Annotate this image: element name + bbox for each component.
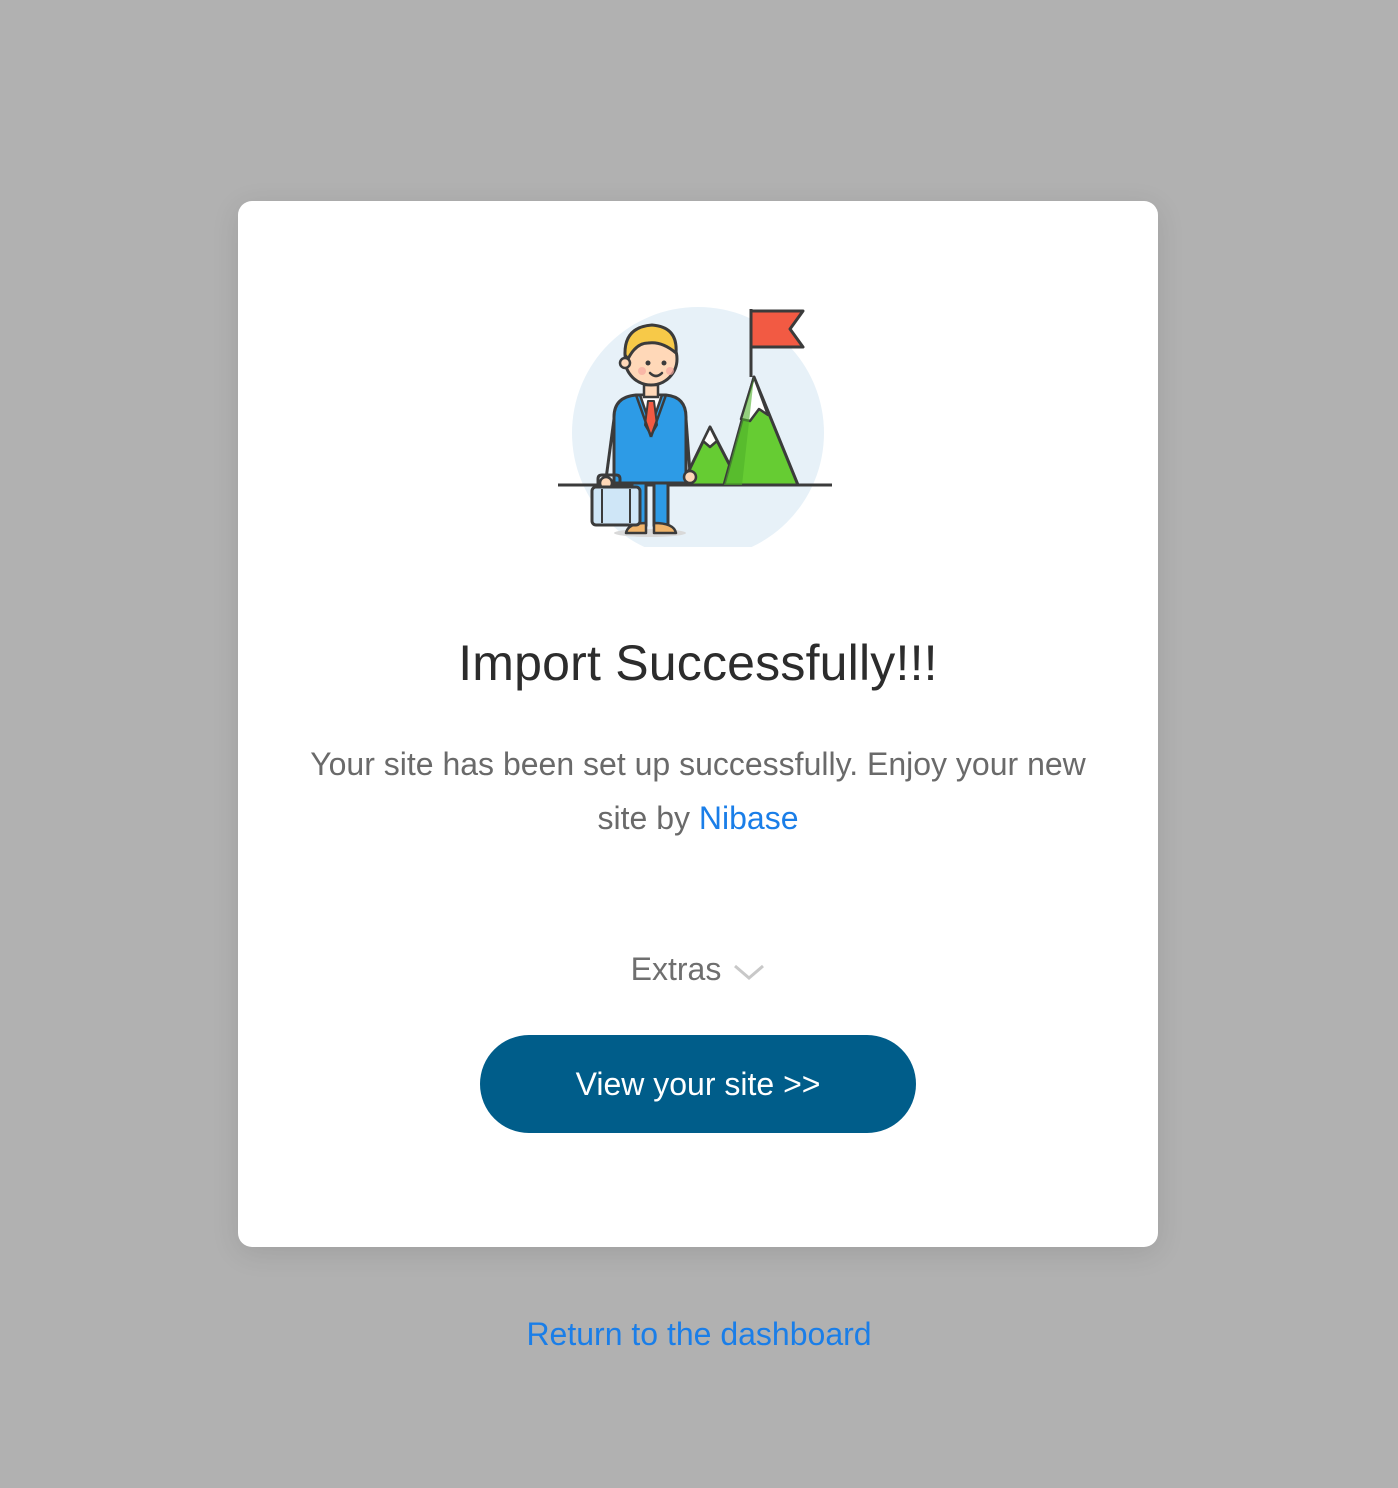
extras-toggle[interactable]: Extras [238,945,1158,994]
success-card: Import Successfully!!! Your site has bee… [238,201,1158,1247]
success-illustration [558,307,838,547]
return-dashboard-link[interactable]: Return to the dashboard [0,1310,1398,1358]
brand-link[interactable]: Nibase [699,800,799,836]
page-title: Import Successfully!!! [458,635,938,691]
view-site-button[interactable]: View your site >> [480,1035,916,1133]
success-message: Your site has been set up successfully. … [298,737,1098,845]
extras-label: Extras [630,951,722,987]
chevron-down-icon [733,946,765,994]
